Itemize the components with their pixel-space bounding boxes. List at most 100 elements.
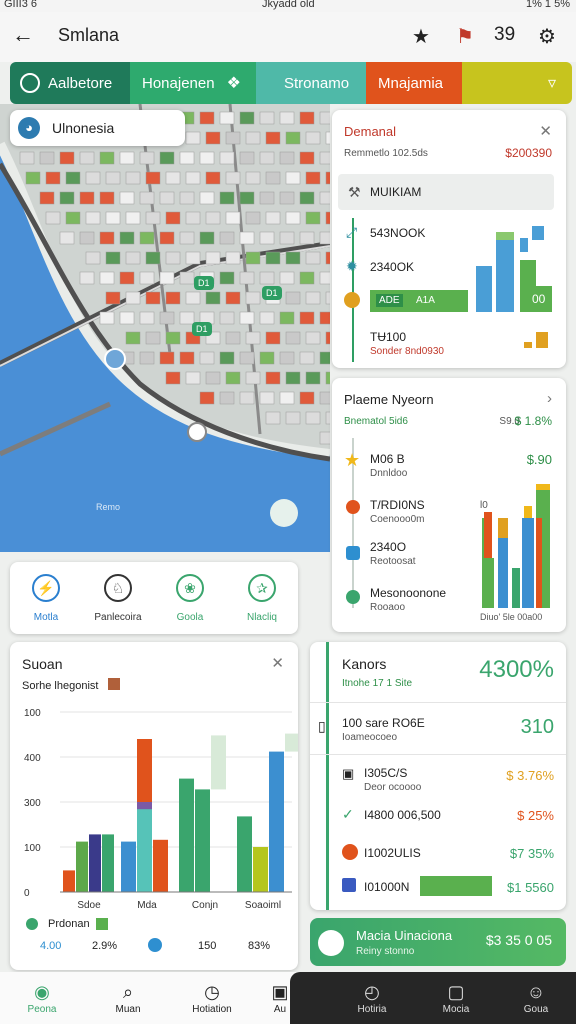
- card-title: Demanal: [344, 124, 397, 139]
- map-building: [145, 211, 161, 225]
- card-amount: $200390: [505, 146, 552, 160]
- notification-icon[interactable]: ⚑: [456, 24, 474, 49]
- map-building: [285, 371, 301, 385]
- map-building: [305, 131, 321, 145]
- tab-label: Mnajamia: [378, 74, 444, 92]
- map-building: [119, 231, 135, 245]
- map-building: [119, 151, 135, 165]
- stat-value: 83%: [248, 940, 271, 952]
- map-building: [239, 231, 255, 245]
- quick-action-nlacliq[interactable]: ✰ Nlacliq: [226, 562, 298, 634]
- nav-item-mocia[interactable]: ▢ Mocia: [426, 980, 486, 1015]
- quick-actions: ⚡ Motla ♘ Panlecoira ❀ Goola ✰ Nlacliq: [10, 562, 298, 634]
- mini-bar: [536, 332, 548, 348]
- card-big-value: 4300%: [479, 656, 554, 683]
- home-icon: ◉: [34, 982, 50, 1002]
- nav-label: Muan: [115, 1004, 141, 1015]
- map-building: [139, 311, 155, 325]
- status-left: GIII3 6: [4, 0, 38, 10]
- map-building: [199, 151, 215, 165]
- back-arrow-icon[interactable]: ←: [12, 22, 34, 48]
- search-field[interactable]: ⚒ MUIKIAM: [338, 174, 554, 210]
- search-icon: ⌕: [122, 982, 134, 1002]
- quick-action-panlecoira[interactable]: ♘ Panlecoira: [82, 562, 154, 634]
- nav-item-home[interactable]: ◉ Peona: [12, 980, 72, 1015]
- map-building: [79, 151, 95, 165]
- map-pin[interactable]: D1: [262, 286, 282, 300]
- x-tick-label: Soaoiml: [245, 900, 281, 911]
- nav-item-hotiria[interactable]: ◴ Hotiria: [342, 980, 402, 1015]
- map-building: [299, 191, 315, 205]
- city-map[interactable]: D1 D1 D1 Remo: [0, 104, 330, 552]
- map-building: [199, 191, 215, 205]
- map-building: [159, 311, 175, 325]
- map-building: [299, 231, 315, 245]
- map-building: [99, 271, 115, 285]
- search-label: MUIKIAM: [370, 185, 422, 199]
- map-building: [265, 331, 281, 345]
- row-value: $.90: [526, 452, 552, 467]
- banner-amount: $3 35 0 05: [485, 932, 552, 948]
- phone-icon: ▯: [318, 718, 326, 734]
- tool-icon: ⚒: [348, 184, 361, 200]
- y-tick-label: 400: [24, 753, 41, 764]
- close-icon[interactable]: ✕: [271, 654, 284, 672]
- map-building: [299, 111, 315, 125]
- map-building: [159, 271, 175, 285]
- map-building: [99, 231, 115, 245]
- puzzle-icon: ❖: [226, 75, 241, 92]
- map-building: [285, 291, 301, 305]
- star-icon: ★: [344, 450, 361, 470]
- map-building: [299, 271, 315, 285]
- water-label: Remo: [96, 502, 121, 512]
- map-building: [79, 271, 95, 285]
- map-building: [319, 231, 330, 245]
- promo-banner[interactable]: Macia Uinaciona Reiny stonno $3 35 0 05: [310, 918, 566, 966]
- tab-stronamo[interactable]: Stronamo: [256, 62, 366, 104]
- nav-item-search[interactable]: ⌕ Muan: [98, 980, 158, 1015]
- close-icon[interactable]: ✕: [539, 122, 552, 140]
- map-building: [305, 251, 321, 265]
- map-building: [239, 351, 255, 365]
- stacked-bar: [486, 558, 494, 608]
- map-pin[interactable]: D1: [192, 322, 212, 336]
- star-icon[interactable]: ★: [412, 24, 430, 49]
- location-chip[interactable]: ◕ Ulnonesia: [10, 110, 185, 146]
- map-building: [259, 391, 275, 405]
- bar: [211, 735, 226, 790]
- tab-filter[interactable]: ▿: [462, 62, 572, 104]
- progress-bar: ADE A1A: [370, 290, 468, 312]
- map-building: [265, 411, 281, 425]
- map-building: [145, 171, 161, 185]
- map-building: [205, 211, 221, 225]
- map-building: [39, 151, 55, 165]
- quick-action-goola[interactable]: ❀ Goola: [154, 562, 226, 634]
- map-building: [165, 251, 181, 265]
- map-building: [219, 351, 235, 365]
- tab-aalbetore[interactable]: Aalbetore: [10, 62, 130, 104]
- map-building: [325, 331, 330, 345]
- map-building: [265, 251, 281, 265]
- chevron-right-icon[interactable]: ›: [547, 390, 552, 407]
- bar: [102, 834, 114, 892]
- nav-item-profile[interactable]: ☺ Goua: [506, 980, 566, 1015]
- map-building: [45, 171, 61, 185]
- map-building: [159, 351, 175, 365]
- map-building: [45, 211, 61, 225]
- quick-action-motla[interactable]: ⚡ Motla: [10, 562, 82, 634]
- map-building: [159, 191, 175, 205]
- settings-icon[interactable]: ⚙: [538, 24, 556, 49]
- cart-icon: ▣: [342, 766, 355, 781]
- tab-mnajamia[interactable]: Mnajamia: [366, 62, 462, 104]
- map-building: [245, 131, 261, 145]
- x-tick-label: Conjn: [192, 900, 218, 911]
- map-pin[interactable]: D1: [194, 276, 214, 290]
- map-building: [125, 291, 141, 305]
- toggle-icon: [318, 930, 344, 956]
- map-building: [25, 171, 41, 185]
- nav-item-au[interactable]: ▣ Au: [260, 980, 300, 1015]
- triangle-icon: [346, 590, 360, 604]
- map-building: [39, 191, 55, 205]
- nav-item-notifications[interactable]: ◷ Hotiation: [182, 980, 242, 1015]
- tab-honajenen[interactable]: Honajenen ❖: [130, 62, 256, 104]
